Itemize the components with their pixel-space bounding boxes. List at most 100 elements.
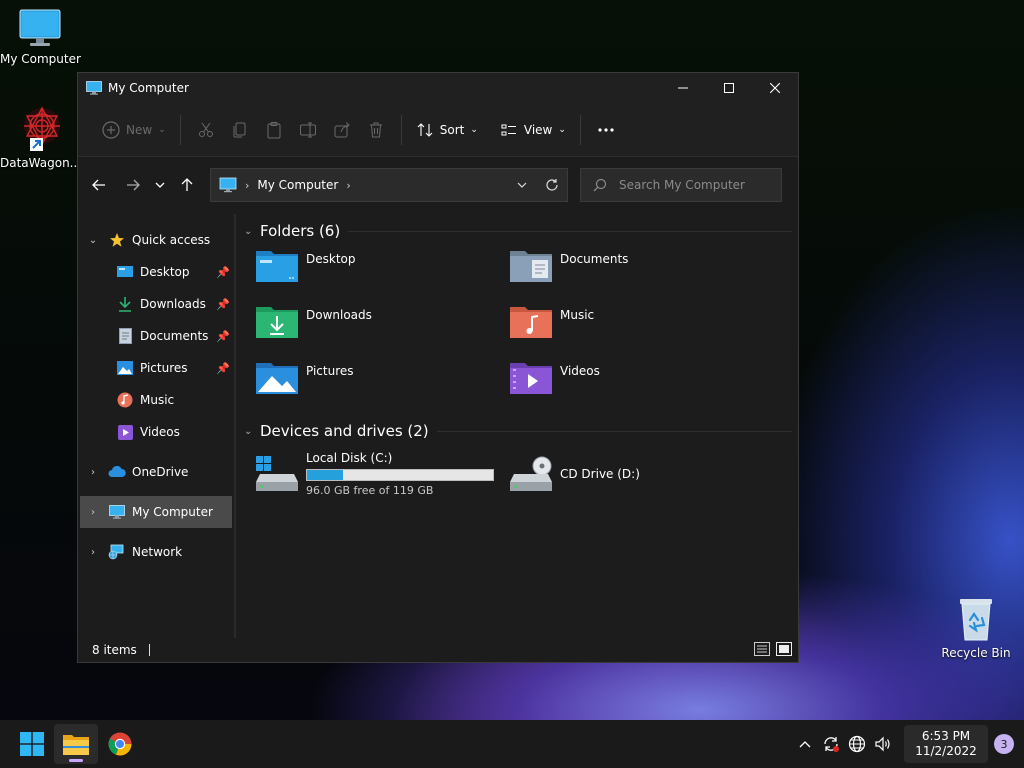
cut-button[interactable] — [195, 119, 217, 141]
nav-network[interactable]: › Network — [78, 536, 234, 568]
pin-icon[interactable]: 📌 — [216, 330, 230, 343]
plus-circle-icon — [102, 120, 120, 139]
folder-desktop[interactable]: Desktop — [256, 248, 510, 304]
drive-local-disk-c[interactable]: Local Disk (C:) 96.0 GB free of 119 GB — [256, 448, 510, 500]
music-icon — [116, 392, 134, 408]
divider — [148, 644, 150, 656]
desktop-icon-label: Recycle Bin — [941, 646, 1011, 660]
nav-desktop[interactable]: Desktop 📌 — [78, 256, 234, 288]
maximize-button[interactable] — [706, 73, 752, 103]
status-bar: 8 items — [78, 638, 798, 662]
chevron-down-icon: ⌄ — [558, 124, 566, 135]
pin-icon[interactable]: 📌 — [216, 298, 230, 311]
nav-pictures[interactable]: Pictures 📌 — [78, 352, 234, 384]
monitor-icon — [86, 81, 102, 95]
group-title: Devices and drives (2) — [260, 422, 429, 440]
nav-label: Desktop — [140, 265, 190, 279]
view-button[interactable]: View ⌄ — [494, 114, 572, 146]
network-status-button[interactable] — [845, 732, 869, 756]
chevron-down-icon[interactable]: ⌄ — [86, 235, 100, 246]
desktop-icon-datawagon[interactable]: DataWagon... — [0, 104, 82, 170]
nav-label: My Computer — [132, 505, 213, 519]
forward-button[interactable] — [118, 170, 148, 200]
volume-button[interactable] — [871, 732, 895, 756]
folder-music[interactable]: Music — [510, 304, 764, 360]
start-button[interactable] — [10, 724, 54, 764]
share-button[interactable] — [331, 119, 353, 141]
chevron-right-icon[interactable]: › — [86, 507, 100, 518]
pictures-folder-icon — [256, 363, 298, 394]
chrome-taskbar-button[interactable] — [98, 724, 142, 764]
nav-documents[interactable]: Documents 📌 — [78, 320, 234, 352]
monitor-icon — [108, 504, 126, 520]
drives-group-header[interactable]: ⌄ Devices and drives (2) — [242, 418, 798, 444]
chevron-down-icon[interactable]: ⌄ — [244, 226, 260, 237]
large-icons-view-button[interactable] — [776, 641, 792, 659]
sort-button[interactable]: Sort ⌄ — [410, 114, 484, 146]
desktop-icon-my-computer[interactable]: My Computer — [0, 8, 81, 66]
back-button[interactable] — [84, 170, 114, 200]
address-history-button[interactable] — [507, 170, 537, 200]
file-explorer-taskbar-button[interactable] — [54, 724, 98, 764]
clock-time: 6:53 PM — [921, 729, 971, 743]
drives-grid: Local Disk (C:) 96.0 GB free of 119 GB C… — [256, 448, 798, 500]
folder-icon — [63, 735, 89, 755]
breadcrumb-separator-icon[interactable]: › — [346, 179, 350, 192]
active-indicator — [69, 759, 83, 762]
new-label: New — [126, 122, 153, 137]
search-input[interactable]: Search My Computer — [580, 168, 782, 202]
rename-icon — [299, 122, 316, 137]
downloads-folder-icon — [256, 307, 298, 338]
minimize-button[interactable] — [660, 73, 706, 103]
recent-locations-button[interactable] — [148, 170, 172, 200]
globe-icon — [848, 735, 866, 753]
title-bar[interactable]: My Computer — [78, 73, 798, 103]
folder-downloads[interactable]: Downloads — [256, 304, 510, 360]
refresh-icon — [546, 179, 558, 191]
folder-pictures[interactable]: Pictures — [256, 360, 510, 416]
sync-icon — [824, 737, 839, 752]
new-button[interactable]: New ⌄ — [96, 114, 172, 146]
close-button[interactable] — [752, 73, 798, 103]
refresh-button[interactable] — [537, 170, 567, 200]
window-title: My Computer — [108, 81, 189, 95]
more-options-button[interactable] — [595, 119, 617, 141]
chevron-right-icon[interactable]: › — [86, 547, 100, 558]
divider — [179, 114, 181, 145]
folder-documents[interactable]: Documents — [510, 248, 764, 304]
nav-my-computer[interactable]: › My Computer — [80, 496, 232, 528]
desktop-folder-icon — [256, 251, 298, 282]
desktop-icon-recycle-bin[interactable]: Recycle Bin — [936, 596, 1016, 660]
folder-videos[interactable]: Videos — [510, 360, 764, 416]
paste-button[interactable] — [263, 119, 285, 141]
folder-name: Downloads — [306, 308, 372, 322]
desktop-icon-label: DataWagon... — [0, 156, 82, 170]
breadcrumb-my-computer[interactable]: My Computer — [257, 178, 338, 192]
notification-badge[interactable]: 3 — [994, 734, 1014, 754]
drive-cd-d[interactable]: CD Drive (D:) — [510, 448, 764, 500]
pin-icon[interactable]: 📌 — [216, 362, 230, 375]
delete-button[interactable] — [365, 119, 387, 141]
folders-group-header[interactable]: ⌄ Folders (6) — [242, 218, 798, 244]
chevron-right-icon[interactable]: › — [86, 467, 100, 478]
hard-drive-icon — [256, 456, 298, 491]
nav-quick-access[interactable]: ⌄ Quick access — [78, 224, 234, 256]
drive-usage-fill — [307, 470, 343, 480]
pin-icon[interactable]: 📌 — [216, 266, 230, 279]
chevron-down-icon[interactable]: ⌄ — [244, 426, 260, 437]
show-hidden-icons-button[interactable] — [793, 732, 817, 756]
details-view-button[interactable] — [754, 641, 770, 659]
nav-music[interactable]: Music — [78, 384, 234, 416]
drive-usage-bar — [306, 469, 494, 481]
address-bar[interactable]: › My Computer › — [210, 168, 568, 202]
copy-button[interactable] — [229, 119, 251, 141]
rename-button[interactable] — [297, 119, 319, 141]
nav-downloads[interactable]: Downloads 📌 — [78, 288, 234, 320]
more-icon — [598, 127, 614, 132]
nav-onedrive[interactable]: › OneDrive — [78, 456, 234, 488]
clock-button[interactable]: 6:53 PM 11/2/2022 — [904, 725, 988, 763]
nav-label: OneDrive — [132, 465, 189, 479]
up-button[interactable] — [172, 170, 202, 200]
sync-status-button[interactable] — [819, 732, 843, 756]
nav-videos[interactable]: Videos — [78, 416, 234, 448]
